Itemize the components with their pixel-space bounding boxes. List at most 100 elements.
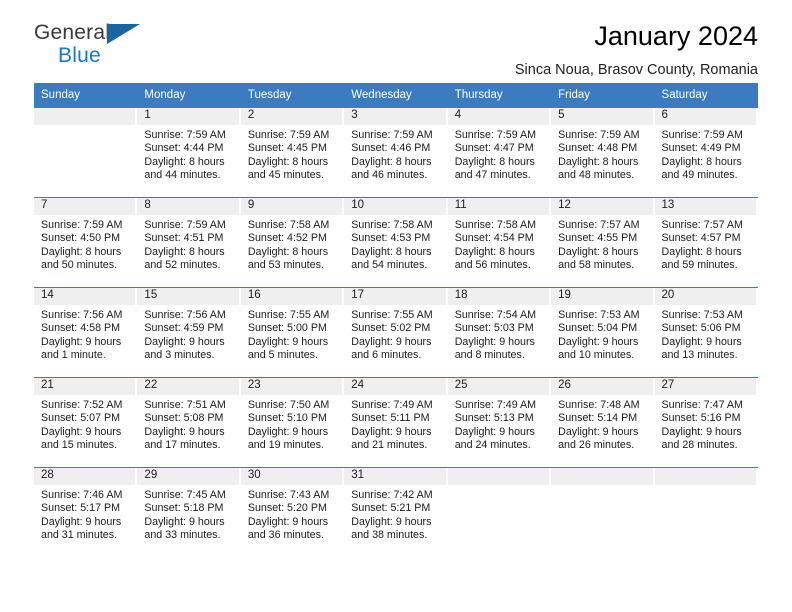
sunrise-text: Sunrise: 7:49 AM bbox=[454, 399, 537, 411]
daylight-text-2: and 6 minutes. bbox=[351, 349, 422, 362]
sunrise-text: Sunrise: 7:58 AM bbox=[351, 219, 433, 231]
daylight-text: Daylight: 8 hours bbox=[247, 245, 329, 258]
day-cell[interactable]: 10 Sunrise: 7:58 AM Sunset: 4:53 PM Dayligh… bbox=[344, 198, 447, 287]
daylight-text-2: and 38 minutes. bbox=[351, 529, 428, 542]
day-number: 21 bbox=[34, 378, 136, 395]
day-cell[interactable]: 26 Sunrise: 7:48 AM Sunset: 5:14 PM Dayligh… bbox=[551, 378, 654, 467]
day-cell[interactable]: 4 Sunrise: 7:59 AM Sunset: 4:47 PM Daylight… bbox=[447, 108, 551, 197]
day-cell[interactable]: 3 Sunrise: 7:59 AM Sunset: 4:46 PM Daylight… bbox=[344, 108, 447, 197]
day-cell bbox=[34, 108, 137, 197]
daylight-text: Daylight: 9 hours bbox=[351, 335, 432, 348]
day-cell[interactable]: 31 Sunrise: 7:42 AM Sunset: 5:21 PM Dayligh… bbox=[344, 468, 447, 557]
day-cell[interactable]: 18 Sunrise: 7:54 AM Sunset: 5:03 PM Dayligh… bbox=[447, 288, 551, 377]
daylight-text: Daylight: 9 hours bbox=[144, 425, 225, 438]
day-cell[interactable]: 13 Sunrise: 7:57 AM Sunset: 4:57 PM Dayligh… bbox=[654, 198, 758, 287]
daylight-text-2: and 52 minutes. bbox=[144, 259, 221, 272]
day-cell[interactable]: 28 Sunrise: 7:46 AM Sunset: 5:17 PM Dayligh… bbox=[34, 468, 137, 557]
sunset-text: Sunset: 5:08 PM bbox=[144, 412, 224, 425]
day-number: 27 bbox=[654, 378, 756, 395]
day-number: 6 bbox=[654, 108, 756, 125]
sunset-text: Sunset: 5:17 PM bbox=[41, 502, 121, 515]
sunrise-text: Sunrise: 7:57 AM bbox=[558, 219, 640, 231]
day-number bbox=[551, 468, 653, 485]
daylight-text-2: and 59 minutes. bbox=[661, 259, 738, 272]
sunset-text: Sunset: 5:18 PM bbox=[144, 502, 224, 515]
sunset-text: Sunset: 4:52 PM bbox=[247, 232, 327, 245]
day-number: 14 bbox=[34, 288, 136, 305]
day-number: 15 bbox=[137, 288, 239, 305]
week-row: 1 Sunrise: 7:59 AM Sunset: 4:44 PM Daylight… bbox=[34, 107, 758, 197]
day-number: 23 bbox=[240, 378, 343, 395]
daylight-text: Daylight: 9 hours bbox=[41, 425, 122, 438]
day-number: 8 bbox=[137, 198, 239, 215]
sunset-text: Sunset: 4:51 PM bbox=[144, 232, 224, 245]
week-row: 7 Sunrise: 7:59 AM Sunset: 4:50 PM Daylight… bbox=[34, 197, 758, 287]
day-cell[interactable]: 8 Sunrise: 7:59 AM Sunset: 4:51 PM Daylight… bbox=[137, 198, 240, 287]
day-cell[interactable]: 12 Sunrise: 7:57 AM Sunset: 4:55 PM Dayligh… bbox=[551, 198, 654, 287]
day-cell[interactable]: 23 Sunrise: 7:50 AM Sunset: 5:10 PM Dayligh… bbox=[240, 378, 344, 467]
day-cell[interactable]: 27 Sunrise: 7:47 AM Sunset: 5:16 PM Dayligh… bbox=[654, 378, 758, 467]
sunrise-text: Sunrise: 7:58 AM bbox=[247, 219, 330, 231]
sunset-text: Sunset: 5:16 PM bbox=[661, 412, 741, 425]
sunrise-text: Sunrise: 7:55 AM bbox=[247, 309, 330, 321]
day-cell[interactable]: 24 Sunrise: 7:49 AM Sunset: 5:11 PM Dayligh… bbox=[344, 378, 447, 467]
day-number: 7 bbox=[34, 198, 136, 215]
daylight-text-2: and 19 minutes. bbox=[247, 439, 324, 452]
daylight-text-2: and 49 minutes. bbox=[661, 169, 738, 182]
day-number: 17 bbox=[344, 288, 446, 305]
day-cell[interactable]: 21 Sunrise: 7:52 AM Sunset: 5:07 PM Dayligh… bbox=[34, 378, 137, 467]
sunrise-text: Sunrise: 7:59 AM bbox=[558, 129, 640, 141]
day-cell[interactable]: 2 Sunrise: 7:59 AM Sunset: 4:45 PM Daylight… bbox=[240, 108, 344, 197]
daylight-text-2: and 53 minutes. bbox=[247, 259, 324, 272]
day-number: 4 bbox=[447, 108, 550, 125]
daylight-text-2: and 5 minutes. bbox=[247, 349, 318, 362]
calendar-page: General Blue January 2024 Sinca Noua, Br… bbox=[0, 0, 792, 612]
day-number: 29 bbox=[137, 468, 239, 485]
day-cell[interactable]: 1 Sunrise: 7:59 AM Sunset: 4:44 PM Daylight… bbox=[137, 108, 240, 197]
daylight-text-2: and 50 minutes. bbox=[41, 259, 118, 272]
day-cell[interactable]: 9 Sunrise: 7:58 AM Sunset: 4:52 PM Daylight… bbox=[240, 198, 344, 287]
day-cell[interactable]: 22 Sunrise: 7:51 AM Sunset: 5:08 PM Dayligh… bbox=[137, 378, 240, 467]
daylight-text-2: and 13 minutes. bbox=[661, 349, 738, 362]
sunrise-text: Sunrise: 7:54 AM bbox=[454, 309, 537, 321]
day-cell[interactable]: 30 Sunrise: 7:43 AM Sunset: 5:20 PM Dayligh… bbox=[240, 468, 344, 557]
day-number: 26 bbox=[551, 378, 653, 395]
day-cell[interactable]: 14 Sunrise: 7:56 AM Sunset: 4:58 PM Dayligh… bbox=[34, 288, 137, 377]
sunset-text: Sunset: 4:44 PM bbox=[144, 142, 224, 155]
sunset-text: Sunset: 5:02 PM bbox=[351, 322, 431, 335]
day-number: 13 bbox=[654, 198, 756, 215]
daylight-text: Daylight: 9 hours bbox=[661, 425, 742, 438]
daylight-text: Daylight: 9 hours bbox=[558, 425, 639, 438]
daylight-text-2: and 48 minutes. bbox=[558, 169, 635, 182]
daylight-text-2: and 24 minutes. bbox=[454, 439, 531, 452]
sunrise-text: Sunrise: 7:43 AM bbox=[247, 489, 330, 501]
day-number: 22 bbox=[137, 378, 239, 395]
sunrise-text: Sunrise: 7:59 AM bbox=[41, 219, 123, 231]
daylight-text: Daylight: 9 hours bbox=[351, 425, 432, 438]
day-cell[interactable]: 5 Sunrise: 7:59 AM Sunset: 4:48 PM Daylight… bbox=[551, 108, 654, 197]
day-cell[interactable]: 6 Sunrise: 7:59 AM Sunset: 4:49 PM Daylight… bbox=[654, 108, 758, 197]
day-number: 10 bbox=[344, 198, 446, 215]
sunrise-text: Sunrise: 7:56 AM bbox=[41, 309, 123, 321]
day-cell[interactable]: 15 Sunrise: 7:56 AM Sunset: 4:59 PM Dayligh… bbox=[137, 288, 240, 377]
day-number: 3 bbox=[344, 108, 446, 125]
daylight-text-2: and 17 minutes. bbox=[144, 439, 221, 452]
day-cell[interactable]: 20 Sunrise: 7:53 AM Sunset: 5:06 PM Dayligh… bbox=[654, 288, 758, 377]
sunrise-text: Sunrise: 7:59 AM bbox=[247, 129, 330, 141]
daylight-text: Daylight: 8 hours bbox=[454, 155, 535, 168]
sunset-text: Sunset: 4:57 PM bbox=[661, 232, 741, 245]
day-cell[interactable]: 25 Sunrise: 7:49 AM Sunset: 5:13 PM Dayligh… bbox=[447, 378, 551, 467]
daylight-text-2: and 47 minutes. bbox=[454, 169, 531, 182]
weekday-wednesday: Wednesday bbox=[351, 89, 412, 101]
day-cell[interactable]: 16 Sunrise: 7:55 AM Sunset: 5:00 PM Dayligh… bbox=[240, 288, 344, 377]
day-cell[interactable]: 19 Sunrise: 7:53 AM Sunset: 5:04 PM Dayligh… bbox=[551, 288, 654, 377]
day-cell[interactable]: 17 Sunrise: 7:55 AM Sunset: 5:02 PM Dayligh… bbox=[344, 288, 447, 377]
sunrise-text: Sunrise: 7:59 AM bbox=[144, 219, 226, 231]
day-cell[interactable]: 7 Sunrise: 7:59 AM Sunset: 4:50 PM Daylight… bbox=[34, 198, 137, 287]
day-number: 2 bbox=[240, 108, 343, 125]
day-cell[interactable]: 11 Sunrise: 7:58 AM Sunset: 4:54 PM Dayligh… bbox=[447, 198, 551, 287]
day-number: 28 bbox=[34, 468, 136, 485]
day-cell[interactable]: 29 Sunrise: 7:45 AM Sunset: 5:18 PM Dayligh… bbox=[137, 468, 240, 557]
daylight-text: Daylight: 9 hours bbox=[661, 335, 742, 348]
weekday-sunday: Sunday bbox=[41, 89, 81, 101]
